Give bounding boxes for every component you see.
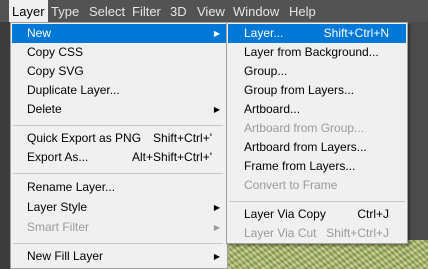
menu-type[interactable]: Type (48, 0, 82, 22)
submenu-item-layer-via-cut: Layer Via Cut Shift+Ctrl+J (228, 224, 406, 243)
submenu-item-layer-via-copy[interactable]: Layer Via Copy Ctrl+J (228, 205, 406, 224)
submenu-item-group-from-layers[interactable]: Group from Layers... (228, 81, 406, 100)
chevron-right-icon: ▶ (213, 223, 220, 232)
menu-3d[interactable]: 3D (167, 0, 190, 22)
menu-separator (229, 201, 405, 202)
menu-item-label: Layer Via Copy (244, 207, 326, 221)
submenu-item-frame-from-layers[interactable]: Frame from Layers... (228, 157, 406, 176)
menu-item-label: Frame from Layers... (244, 159, 356, 173)
image-preview (226, 240, 428, 269)
chevron-right-icon: ▶ (213, 105, 220, 114)
menu-item-label: Group from Layers... (244, 83, 355, 97)
menu-item-label: Artboard... (244, 102, 301, 116)
menu-item-copy-css[interactable]: Copy CSS (12, 43, 226, 62)
canvas-area (406, 22, 428, 269)
menu-item-layer-style[interactable]: Layer Style ▶ (12, 198, 226, 217)
menu-item-label: Delete (27, 102, 62, 116)
menu-select[interactable]: Select (86, 0, 128, 22)
menu-item-label: Copy CSS (27, 45, 84, 59)
menu-item-new-fill-layer[interactable]: New Fill Layer ▶ (12, 247, 226, 266)
submenu-item-layer[interactable]: Layer... Shift+Ctrl+N (228, 24, 406, 43)
menu-item-label: Group... (244, 64, 288, 78)
menu-item-shortcut: Shift+Ctrl+' (153, 131, 212, 145)
menu-item-label: Duplicate Layer... (27, 83, 120, 97)
chevron-right-icon: ▶ (213, 252, 220, 261)
menu-item-copy-svg[interactable]: Copy SVG (12, 62, 226, 81)
chevron-right-icon: ▶ (213, 203, 220, 212)
menu-item-shortcut: Ctrl+J (357, 207, 389, 221)
menu-item-label: New (27, 26, 52, 40)
submenu-item-convert-to-frame: Convert to Frame (228, 176, 406, 195)
submenu-item-artboard-from-group: Artboard from Group... (228, 119, 406, 138)
menu-item-export-as[interactable]: Export As... Alt+Shift+Ctrl+' (12, 148, 226, 167)
menu-bar: Layer Type Select Filter 3D View Window … (0, 0, 428, 22)
menu-layer[interactable]: Layer (9, 0, 48, 22)
submenu-item-group[interactable]: Group... (228, 62, 406, 81)
menu-item-label: Artboard from Layers... (244, 140, 367, 154)
menu-item-delete[interactable]: Delete ▶ (12, 100, 226, 119)
layer-menu: New ▶ Copy CSS Copy SVG Duplicate Layer.… (10, 22, 228, 269)
menu-view[interactable]: View (194, 0, 228, 22)
menu-item-label: Smart Filter (27, 220, 90, 234)
menu-item-label: Layer Style (27, 200, 88, 214)
menu-item-smart-filter: Smart Filter ▶ (12, 218, 226, 237)
submenu-item-artboard[interactable]: Artboard... (228, 100, 406, 119)
submenu-item-artboard-from-layers[interactable]: Artboard from Layers... (228, 138, 406, 157)
chevron-right-icon: ▶ (213, 29, 220, 38)
menu-item-label: Layer Via Cut (244, 226, 317, 240)
menu-item-label: Layer... (244, 26, 284, 40)
menu-item-label: Convert to Frame (244, 178, 338, 192)
menu-item-label: Copy SVG (27, 64, 84, 78)
menu-help[interactable]: Help (286, 0, 319, 22)
new-submenu: Layer... Shift+Ctrl+N Layer from Backgro… (226, 22, 408, 244)
menu-window[interactable]: Window (230, 0, 282, 22)
menu-item-new[interactable]: New ▶ (12, 24, 226, 43)
menu-separator (13, 243, 223, 244)
submenu-item-layer-from-background[interactable]: Layer from Background... (228, 43, 406, 62)
menu-item-label: Export As... (27, 150, 89, 164)
menu-item-shortcut: Alt+Shift+Ctrl+' (132, 150, 212, 164)
menu-item-duplicate-layer[interactable]: Duplicate Layer... (12, 81, 226, 100)
menu-item-label: New Fill Layer (27, 249, 104, 263)
menu-item-shortcut: Shift+Ctrl+N (323, 26, 389, 40)
menu-separator (13, 173, 223, 174)
menu-separator (13, 125, 223, 126)
menu-item-label: Rename Layer... (27, 180, 116, 194)
menu-item-label: Quick Export as PNG (27, 131, 142, 145)
menu-item-quick-export-png[interactable]: Quick Export as PNG Shift+Ctrl+' (12, 129, 226, 148)
menu-item-label: Artboard from Group... (244, 121, 365, 135)
menu-item-shortcut: Shift+Ctrl+J (326, 226, 389, 240)
menu-item-label: Layer from Background... (244, 45, 379, 59)
menu-item-rename-layer[interactable]: Rename Layer... (12, 178, 226, 197)
menu-filter[interactable]: Filter (129, 0, 164, 22)
document-tab-strip (0, 22, 10, 269)
